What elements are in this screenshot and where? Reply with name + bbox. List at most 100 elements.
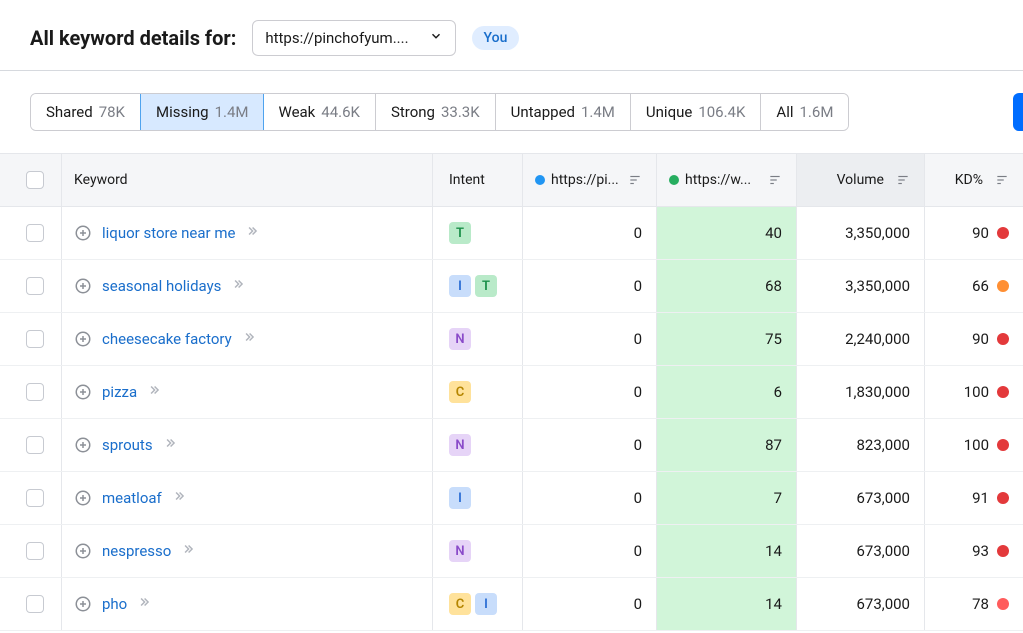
expand-icon[interactable] (74, 224, 92, 242)
kd-cell: 93 (925, 525, 1023, 577)
expand-icon[interactable] (74, 595, 92, 613)
expand-icon[interactable] (74, 436, 92, 454)
keyword-link[interactable]: liquor store near me (102, 224, 235, 242)
site2-value: 87 (765, 436, 782, 454)
row-select-cell (0, 578, 62, 630)
filter-tab-all[interactable]: All1.6M (761, 94, 848, 130)
filter-tab-untapped[interactable]: Untapped1.4M (496, 94, 631, 130)
row-checkbox[interactable] (26, 436, 44, 454)
column-header-kd[interactable]: KD% (925, 154, 1023, 206)
site2-cell: 6 (657, 366, 797, 418)
column-header-volume[interactable]: Volume (797, 154, 925, 206)
site1-value: 0 (634, 330, 642, 348)
kd-difficulty-dot (997, 439, 1009, 451)
expand-icon[interactable] (74, 489, 92, 507)
filter-tab-shared[interactable]: Shared78K (31, 94, 141, 130)
volume-cell: 823,000 (797, 419, 925, 471)
column-header-site2[interactable]: https://w... (657, 154, 797, 206)
filter-tab-strong[interactable]: Strong33.3K (376, 94, 496, 130)
open-keyword-icon[interactable] (172, 489, 186, 507)
chevron-down-icon (429, 29, 443, 47)
open-keyword-icon[interactable] (231, 277, 245, 295)
kd-value: 78 (972, 595, 989, 613)
open-keyword-icon[interactable] (137, 595, 151, 613)
keyword-link[interactable]: sprouts (102, 436, 153, 454)
site2-value: 7 (774, 489, 782, 507)
export-button-edge[interactable] (1013, 93, 1023, 131)
table-row: pizzaC061,830,000100 (0, 366, 1023, 419)
site2-cell: 40 (657, 207, 797, 259)
row-checkbox[interactable] (26, 330, 44, 348)
row-checkbox[interactable] (26, 383, 44, 401)
filter-tab-count: 44.6K (321, 103, 360, 121)
column-label: Intent (449, 172, 485, 188)
site1-value: 0 (634, 383, 642, 401)
row-select-cell (0, 419, 62, 471)
site-selector-value: https://pinchofyum.... (265, 29, 408, 47)
site1-cell: 0 (523, 525, 657, 577)
filter-tab-missing[interactable]: Missing1.4M (140, 93, 265, 131)
volume-cell: 2,240,000 (797, 313, 925, 365)
filter-tab-unique[interactable]: Unique106.4K (631, 94, 762, 130)
volume-value: 673,000 (856, 595, 910, 613)
volume-value: 2,240,000 (845, 330, 910, 348)
intent-badge-C: C (449, 381, 471, 403)
keyword-cell: cheesecake factory (62, 313, 433, 365)
column-header-intent[interactable]: Intent (433, 154, 523, 206)
sort-icon (995, 173, 1009, 187)
intent-badge-N: N (449, 540, 471, 562)
keyword-link[interactable]: meatloaf (102, 489, 162, 507)
open-keyword-icon[interactable] (147, 383, 161, 401)
filter-tab-count: 1.6M (800, 103, 834, 121)
site1-value: 0 (634, 542, 642, 560)
row-checkbox[interactable] (26, 542, 44, 560)
table-header-row: Keyword Intent https://pi... https://w..… (0, 153, 1023, 207)
keyword-link[interactable]: pho (102, 595, 127, 613)
volume-value: 3,350,000 (845, 224, 910, 242)
intent-cell: N (433, 419, 523, 471)
row-checkbox[interactable] (26, 224, 44, 242)
intent-badge-T: T (449, 222, 471, 244)
table-row: cheesecake factoryN0752,240,00090 (0, 313, 1023, 366)
keyword-link[interactable]: cheesecake factory (102, 330, 232, 348)
filter-tab-count: 78K (99, 103, 125, 121)
site2-cell: 14 (657, 578, 797, 630)
site2-value: 6 (774, 383, 782, 401)
site1-value: 0 (634, 224, 642, 242)
volume-value: 3,350,000 (845, 277, 910, 295)
site1-cell: 0 (523, 578, 657, 630)
site-selector-dropdown[interactable]: https://pinchofyum.... (252, 20, 455, 56)
filter-tab-count: 1.4M (215, 103, 249, 121)
site2-cell: 75 (657, 313, 797, 365)
column-header-site1[interactable]: https://pi... (523, 154, 657, 206)
volume-cell: 1,830,000 (797, 366, 925, 418)
intent-cell: N (433, 313, 523, 365)
filter-tab-weak[interactable]: Weak44.6K (263, 94, 375, 130)
keyword-link[interactable]: pizza (102, 383, 137, 401)
open-keyword-icon[interactable] (245, 224, 259, 242)
table-row: sproutsN087823,000100 (0, 419, 1023, 472)
row-checkbox[interactable] (26, 277, 44, 295)
you-badge: You (472, 26, 520, 50)
expand-icon[interactable] (74, 330, 92, 348)
table-row: nespressoN014673,00093 (0, 525, 1023, 578)
row-select-cell (0, 313, 62, 365)
keyword-cell: meatloaf (62, 472, 433, 524)
row-checkbox[interactable] (26, 489, 44, 507)
select-all-checkbox[interactable] (26, 171, 44, 189)
open-keyword-icon[interactable] (163, 436, 177, 454)
open-keyword-icon[interactable] (181, 542, 195, 560)
site1-cell: 0 (523, 260, 657, 312)
intent-cell: I (433, 472, 523, 524)
expand-icon[interactable] (74, 542, 92, 560)
expand-icon[interactable] (74, 277, 92, 295)
row-checkbox[interactable] (26, 595, 44, 613)
site2-value: 14 (765, 595, 782, 613)
page-header: All keyword details for: https://pinchof… (0, 0, 1023, 71)
column-header-keyword[interactable]: Keyword (62, 154, 433, 206)
keyword-link[interactable]: seasonal holidays (102, 277, 221, 295)
expand-icon[interactable] (74, 383, 92, 401)
open-keyword-icon[interactable] (242, 330, 256, 348)
row-select-cell (0, 366, 62, 418)
keyword-link[interactable]: nespresso (102, 542, 171, 560)
